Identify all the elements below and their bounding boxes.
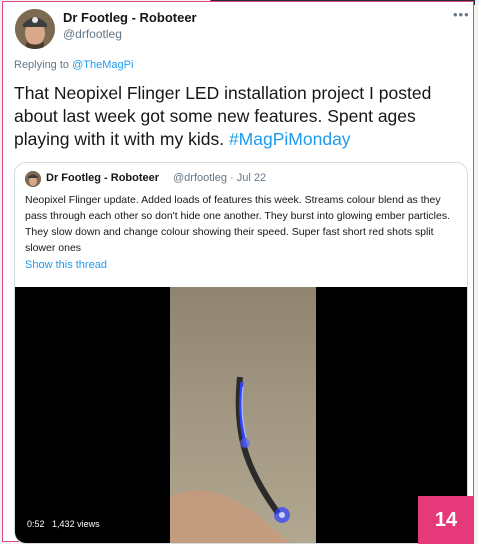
quoted-avatar bbox=[25, 171, 41, 187]
show-thread-link[interactable]: Show this thread bbox=[25, 259, 107, 271]
more-dots-icon[interactable]: ••• bbox=[453, 7, 470, 22]
author-name[interactable]: Dr Footleg - Roboteer bbox=[63, 10, 197, 25]
author-handle[interactable]: @drfootleg bbox=[63, 27, 122, 41]
quoted-tweet-text: Neopixel Flinger update. Added loads of … bbox=[25, 194, 450, 254]
avatar-photo bbox=[15, 9, 55, 49]
quoted-author-handle-date: @drfootleg · Jul 22 bbox=[173, 172, 267, 184]
video-player[interactable]: 0:52 1,432 views bbox=[15, 287, 467, 543]
tweet-text: That Neopixel Flinger LED installation p… bbox=[14, 82, 472, 151]
quoted-tweet[interactable]: Dr Footleg - Roboteer @drfootleg · Jul 2… bbox=[14, 162, 468, 544]
quoted-avatar-photo bbox=[25, 171, 41, 187]
hashtag-link[interactable]: #MagPiMonday bbox=[229, 129, 351, 149]
video-frame bbox=[170, 287, 316, 543]
avatar[interactable] bbox=[15, 9, 55, 49]
quoted-author-name: Dr Footleg - Roboteer bbox=[46, 172, 160, 184]
video-thumbnail bbox=[170, 376, 290, 543]
video-duration: 0:52 bbox=[27, 519, 45, 529]
video-views: 1,432 views bbox=[52, 519, 100, 529]
reply-context: Replying to @TheMagPi bbox=[14, 59, 133, 71]
page-number-badge: 14 bbox=[418, 496, 474, 544]
tweet-body: That Neopixel Flinger LED installation p… bbox=[14, 83, 432, 149]
reply-to-link[interactable]: @TheMagPi bbox=[72, 59, 133, 71]
tweet-card: Dr Footleg - Roboteer @drfootleg ••• Rep… bbox=[2, 1, 474, 544]
reply-prefix: Replying to bbox=[14, 59, 70, 71]
video-stats: 0:52 1,432 views bbox=[27, 519, 105, 529]
